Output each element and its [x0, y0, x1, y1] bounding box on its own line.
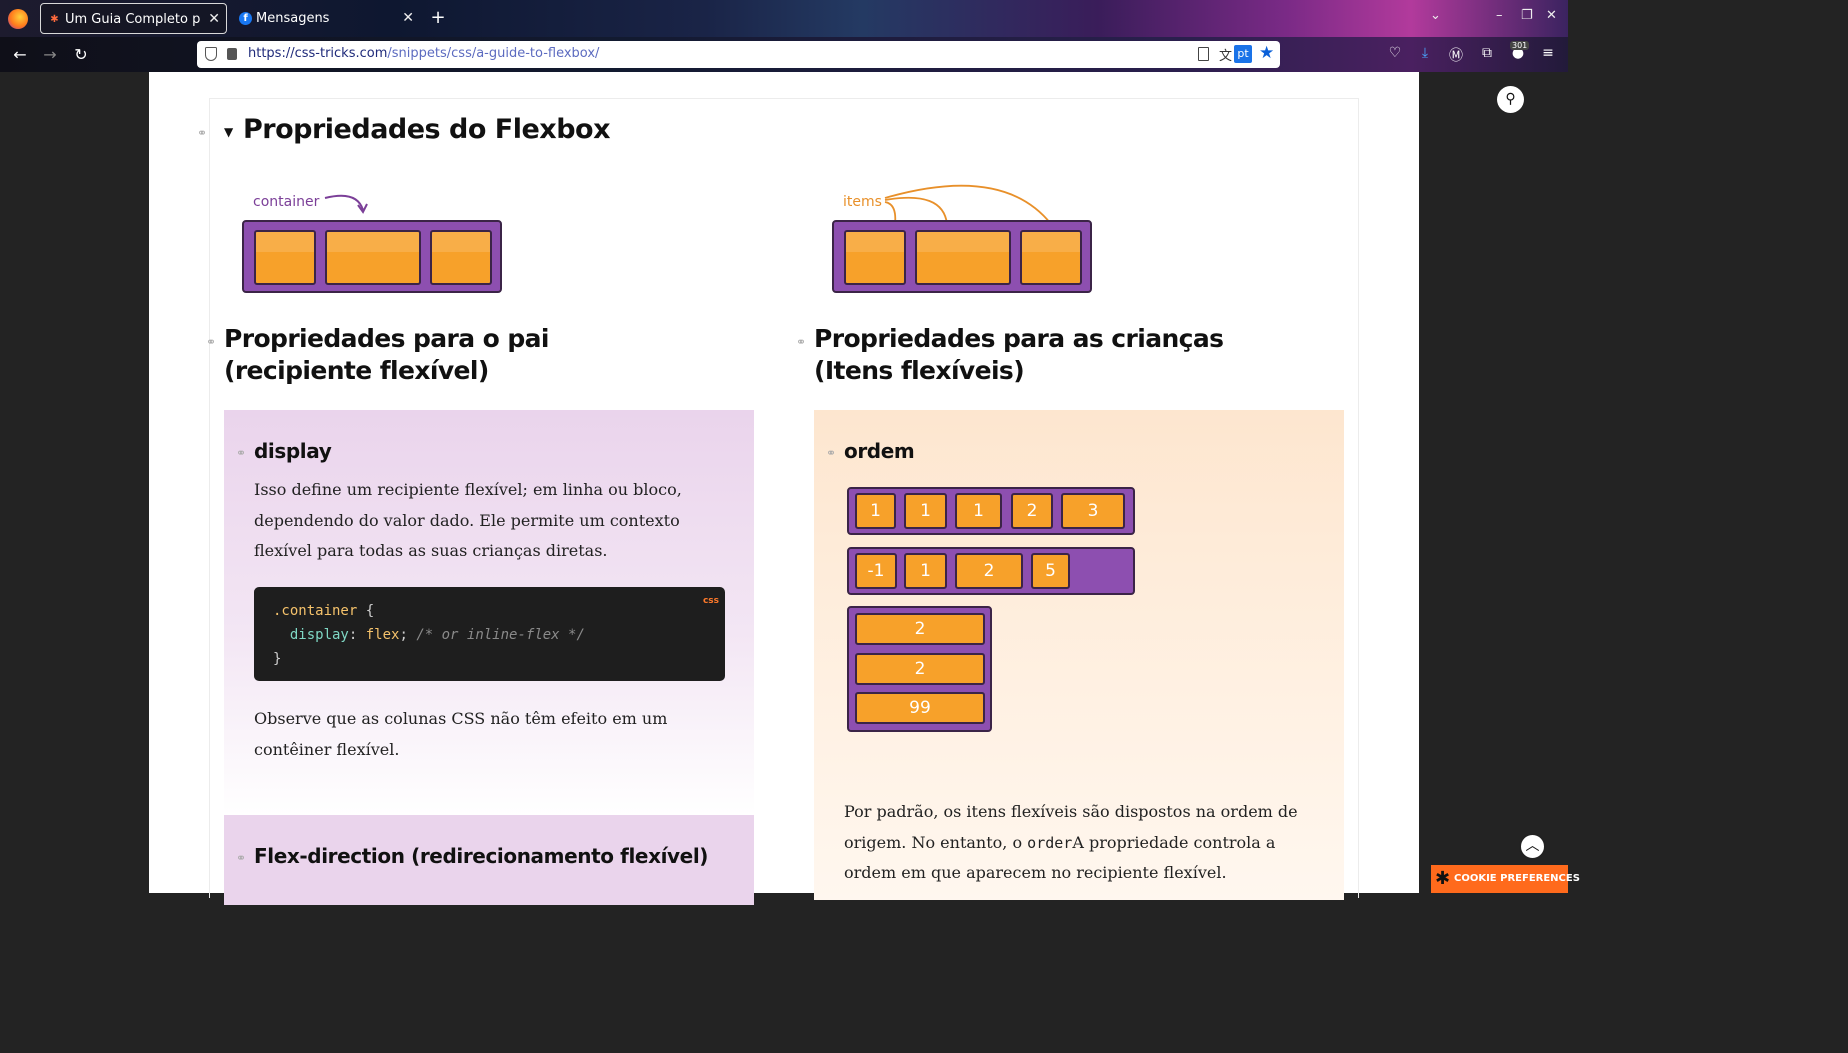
order-item: 1 — [955, 493, 1002, 529]
new-tab-button[interactable]: + — [428, 7, 448, 28]
url-path: /snippets/css/a-guide-to-flexbox/ — [387, 46, 600, 61]
tab-messages[interactable]: f Mensagens ✕ — [232, 3, 420, 34]
search-button[interactable]: ⚲ — [1497, 86, 1524, 113]
container-label: container — [253, 194, 320, 210]
minimize-icon[interactable]: – — [1496, 8, 1503, 23]
tracking-protection-icon[interactable] — [205, 47, 217, 61]
restore-icon[interactable]: ❐ — [1521, 8, 1533, 23]
order-item: 2 — [855, 613, 985, 645]
code-selector: .container — [273, 603, 358, 619]
close-tab-icon[interactable]: ✕ — [402, 3, 414, 34]
order-item: 2 — [955, 553, 1023, 589]
back-icon[interactable]: ← — [10, 45, 30, 64]
code-block: css .container { display: flex; /* or in… — [254, 587, 725, 681]
close-tab-icon[interactable]: ✕ — [208, 4, 220, 33]
search-icon: ⚲ — [1505, 91, 1516, 107]
page-title: Propriedades do Flexbox — [243, 114, 611, 145]
extensions-icon[interactable]: ⧉ — [1477, 45, 1497, 61]
code-line: .container { — [273, 599, 725, 623]
reload-icon[interactable]: ↻ — [71, 45, 91, 64]
anchor-link-icon[interactable]: ⚭ — [826, 446, 836, 460]
code-value: flex — [365, 627, 400, 643]
flex-item — [844, 230, 906, 285]
cookie-preferences-button[interactable]: ✱ COOKIE PREFERENCES — [1431, 865, 1580, 893]
close-window-icon[interactable]: ✕ — [1546, 8, 1557, 23]
flex-item — [1020, 230, 1082, 285]
navigation-toolbar: ← → ↻ https://css-tricks.com/snippets/cs… — [0, 37, 1568, 72]
chevron-up-icon: ︿ — [1525, 838, 1540, 854]
flex-item — [325, 230, 421, 285]
asterisk-icon: ✱ — [50, 14, 59, 25]
asterisk-icon: ✱ — [1435, 868, 1451, 889]
flex-item — [254, 230, 316, 285]
scroll-to-top-button[interactable]: ︿ — [1519, 833, 1546, 860]
tab-title: Mensagens — [256, 11, 330, 26]
flex-item — [430, 230, 492, 285]
order-title: ordem — [844, 439, 915, 463]
menu-icon[interactable]: ≡ — [1538, 45, 1558, 61]
parent-heading-line2: (recipiente flexível) — [224, 356, 489, 385]
children-heading-line2: (Itens flexíveis) — [814, 356, 1025, 385]
anchor-link-icon[interactable]: ⚭ — [236, 446, 246, 460]
tab-css-tricks[interactable]: ✱ Um Guia Completo para ✕ — [40, 3, 227, 34]
reader-view-icon[interactable] — [1198, 47, 1209, 61]
order-description: Por padrão, os itens flexíveis são dispo… — [844, 797, 1314, 889]
url-host: https://css-tricks.com — [248, 46, 388, 61]
display-title: display — [254, 439, 332, 463]
order-item: 99 — [855, 692, 985, 724]
inline-code: order — [1027, 833, 1073, 852]
firefox-menu-icon[interactable] — [8, 9, 28, 29]
display-section: ⚭ display Isso define um recipiente flex… — [224, 410, 754, 815]
code-brace: } — [273, 651, 282, 667]
code-line: } — [273, 647, 725, 671]
children-properties-heading: Propriedades para as crianças (Itens fle… — [814, 323, 1314, 387]
order-item: 1 — [904, 553, 947, 589]
tab-title: Um Guia Completo para — [65, 12, 200, 27]
code-comment: /* or inline-flex */ — [416, 627, 585, 643]
forward-icon[interactable]: → — [40, 45, 60, 64]
anchor-link-icon[interactable]: ⚭ — [206, 335, 216, 349]
page-content: ⚭ ▼ Propriedades do Flexbox container it… — [149, 72, 1419, 905]
code-property: display — [289, 627, 349, 643]
flex-item — [915, 230, 1011, 285]
account-icon[interactable]: Ⓜ — [1446, 45, 1466, 65]
collapse-caret-icon[interactable]: ▼ — [224, 125, 233, 139]
pocket-icon[interactable]: ♡ — [1385, 45, 1405, 61]
anchor-link-icon[interactable]: ⚭ — [236, 851, 246, 865]
lock-icon[interactable] — [227, 48, 237, 60]
code-language-label: css — [702, 596, 719, 606]
parent-heading-line1: Propriedades para o pai — [224, 324, 549, 353]
translate-language-badge[interactable]: pt — [1234, 45, 1252, 63]
translate-icon[interactable]: 文 — [1219, 45, 1232, 64]
order-item: 3 — [1061, 493, 1125, 529]
flex-direction-section: ⚭ Flex-direction (redirecionamento flexí… — [224, 815, 754, 905]
items-label: items — [843, 194, 882, 210]
facebook-icon: f — [239, 12, 252, 25]
children-heading-line1: Propriedades para as crianças — [814, 324, 1224, 353]
display-description: Isso define um recipiente flexível; em l… — [254, 480, 682, 560]
cookie-label: COOKIE PREFERENCES — [1454, 873, 1580, 884]
display-note: Observe que as colunas CSS não têm efeit… — [254, 709, 668, 759]
anchor-link-icon[interactable]: ⚭ — [197, 126, 207, 140]
address-bar[interactable]: https://css-tricks.com/snippets/css/a-gu… — [197, 41, 1280, 68]
tab-list-icon[interactable]: ⌄ — [1430, 8, 1441, 23]
order-item: 1 — [904, 493, 947, 529]
order-section: ⚭ ordem 1 1 1 2 3 -1 1 2 5 2 2 99 Por pa… — [814, 410, 1344, 900]
code-line: display: flex; /* or inline-flex */ — [289, 627, 585, 643]
order-item: -1 — [855, 553, 897, 589]
flex-direction-title: Flex-direction (redirecionamento flexíve… — [254, 844, 709, 868]
tab-bar: ✱ Um Guia Completo para ✕ f Mensagens ✕ … — [0, 0, 1568, 37]
order-item: 2 — [855, 653, 985, 685]
order-item: 5 — [1031, 553, 1070, 589]
anchor-link-icon[interactable]: ⚭ — [796, 335, 806, 349]
container-arrow-icon — [324, 194, 368, 214]
url-text[interactable]: https://css-tricks.com/snippets/css/a-gu… — [248, 46, 599, 61]
order-item: 1 — [855, 493, 896, 529]
order-item: 2 — [1011, 493, 1053, 529]
extension-badge: 301 — [1510, 41, 1530, 50]
code-brace: { — [365, 603, 375, 619]
parent-properties-heading: Propriedades para o pai (recipiente flex… — [224, 323, 724, 387]
bookmark-star-icon[interactable]: ★ — [1259, 43, 1274, 63]
downloads-icon[interactable]: ⤓ — [1415, 45, 1435, 61]
